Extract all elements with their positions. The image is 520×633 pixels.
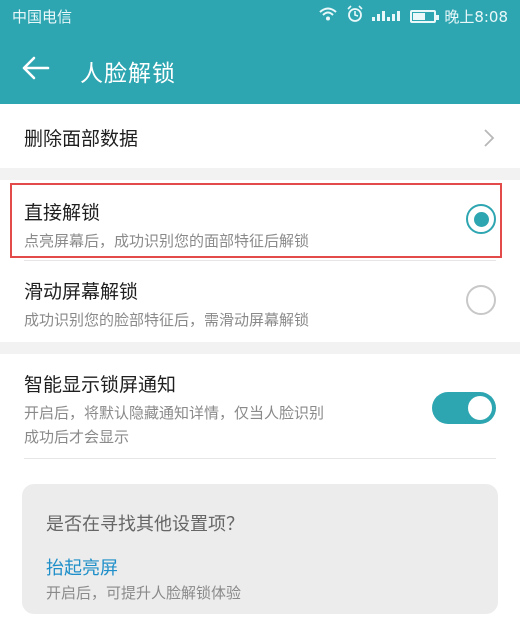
page-title: 人脸解锁 — [80, 61, 176, 87]
direct-unlock-label: 直接解锁 — [24, 202, 101, 224]
smart-notify-desc-line1: 开启后，将默认隐藏通知详情，仅当人脸识别 — [24, 404, 325, 422]
signal-icon — [372, 6, 402, 27]
direct-unlock-desc: 点亮屏幕后，成功识别您的面部特征后解锁 — [24, 232, 310, 250]
divider — [24, 458, 496, 459]
slide-unlock-desc: 成功识别您的脸部特征后，需滑动屏幕解锁 — [24, 311, 310, 329]
back-button[interactable] — [18, 50, 54, 86]
smart-notify-label: 智能显示锁屏通知 — [24, 374, 177, 396]
smart-notify-row[interactable]: 智能显示锁屏通知 开启后，将默认隐藏通知详情，仅当人脸识别 成功后才会显示 — [0, 354, 520, 458]
slide-unlock-label: 滑动屏幕解锁 — [24, 281, 139, 303]
suggestion-card: 是否在寻找其他设置项？ 抬起亮屏 开启后，可提升人脸解锁体验 — [22, 484, 498, 614]
smart-notify-desc-line2: 成功后才会显示 — [24, 428, 130, 446]
header: 中国电信 晚上8:08 人脸解锁 — [0, 0, 520, 104]
delete-card: 删除面部数据 — [0, 104, 520, 168]
arrow-left-icon — [22, 56, 50, 80]
status-icons: 晚上8:08 — [318, 5, 508, 28]
wifi-icon — [318, 6, 338, 27]
status-bar: 中国电信 晚上8:08 — [0, 0, 520, 34]
suggestion-question: 是否在寻找其他设置项？ — [46, 514, 244, 535]
battery-icon — [410, 10, 440, 23]
direct-unlock-radio[interactable] — [466, 204, 496, 234]
slide-unlock-row[interactable]: 滑动屏幕解锁 成功识别您的脸部特征后，需滑动屏幕解锁 — [0, 261, 520, 341]
direct-unlock-row[interactable]: 直接解锁 点亮屏幕后，成功识别您的面部特征后解锁 — [0, 180, 520, 260]
battery-level-fill — [413, 13, 426, 20]
unlock-mode-card: 直接解锁 点亮屏幕后，成功识别您的面部特征后解锁 滑动屏幕解锁 成功识别您的脸部… — [0, 180, 520, 342]
slide-unlock-radio[interactable] — [466, 285, 496, 315]
delete-face-data-row[interactable]: 删除面部数据 — [0, 104, 520, 168]
alarm-icon — [346, 5, 364, 28]
status-time: 晚上8:08 — [444, 8, 508, 26]
toggle-knob — [468, 396, 492, 420]
carrier-label: 中国电信 — [12, 8, 73, 26]
smart-notify-toggle[interactable] — [432, 392, 496, 424]
suggestion-desc: 开启后，可提升人脸解锁体验 — [46, 584, 242, 602]
raise-to-wake-link[interactable]: 抬起亮屏 — [46, 554, 118, 580]
delete-face-data-label: 删除面部数据 — [24, 128, 139, 150]
chevron-right-icon — [484, 129, 495, 147]
app-bar: 人脸解锁 — [0, 34, 520, 104]
